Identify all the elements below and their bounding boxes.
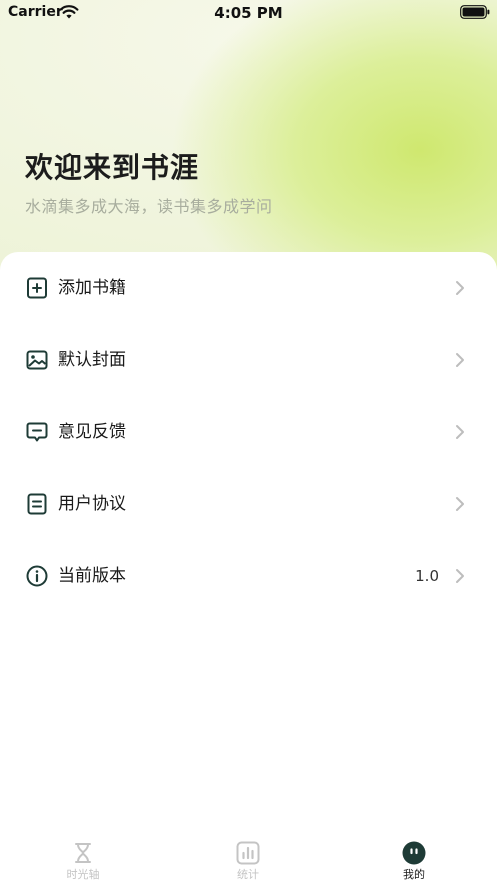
tab-stats[interactable]: 统计 (188, 832, 308, 883)
hero-banner: Carrier 4:05 PM 欢迎来到书涯 水滴集多成大海，读书集多成学问 (0, 0, 497, 290)
menu-label: 用户协议 (58, 494, 126, 514)
menu-item-feedback[interactable]: 意见反馈 (0, 396, 497, 468)
battery-icon (460, 5, 490, 19)
chevron-right-icon (456, 497, 464, 511)
hourglass-icon (75, 843, 91, 863)
menu-item-version[interactable]: 当前版本 1.0 (0, 540, 497, 612)
page-subtitle: 水滴集多成大海，读书集多成学问 (25, 197, 273, 216)
tab-label: 时光轴 (66, 868, 100, 881)
chevron-right-icon (456, 281, 464, 295)
version-value: 1.0 (415, 567, 439, 585)
image-icon (26, 350, 48, 370)
status-bar: Carrier 4:05 PM (0, 0, 497, 26)
add-book-icon (27, 277, 47, 299)
clock: 4:05 PM (214, 4, 283, 22)
chevron-right-icon (456, 569, 464, 583)
menu-label: 添加书籍 (58, 278, 126, 298)
menu-item-user-agreement[interactable]: 用户协议 (0, 468, 497, 540)
menu-item-default-cover[interactable]: 默认封面 (0, 324, 497, 396)
settings-card: 添加书籍 默认封面 意见反馈 用户协议 当前版本 1.0 (0, 252, 497, 883)
menu-item-add-book[interactable]: 添加书籍 (0, 252, 497, 324)
tab-label: 统计 (237, 868, 259, 881)
profile-icon (402, 841, 426, 865)
menu-label: 默认封面 (58, 350, 126, 370)
tab-label: 我的 (403, 868, 425, 881)
page-title: 欢迎来到书涯 (25, 151, 200, 184)
stats-icon (236, 841, 260, 865)
chevron-right-icon (456, 353, 464, 367)
tab-bar: 时光轴 统计 我的 (0, 832, 497, 883)
chevron-right-icon (456, 425, 464, 439)
menu-label: 当前版本 (58, 566, 126, 586)
tab-profile[interactable]: 我的 (354, 832, 474, 883)
tab-timeline[interactable]: 时光轴 (23, 832, 143, 883)
menu-label: 意见反馈 (58, 422, 126, 442)
feedback-icon (26, 422, 48, 442)
info-icon (26, 565, 48, 587)
document-icon (27, 493, 47, 515)
